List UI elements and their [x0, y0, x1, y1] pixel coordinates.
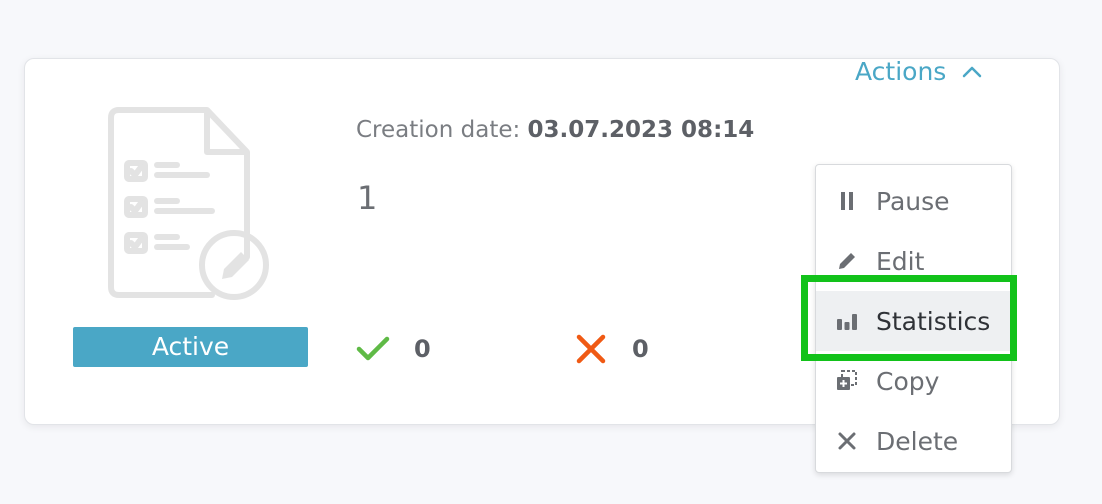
- menu-item-pause[interactable]: Pause: [816, 171, 1011, 231]
- chevron-up-icon: [963, 66, 982, 77]
- pencil-icon: [835, 249, 859, 273]
- pause-icon: [835, 189, 859, 213]
- failure-count: 0: [632, 335, 649, 363]
- menu-item-edit[interactable]: Edit: [816, 231, 1011, 291]
- menu-item-label: Delete: [876, 426, 959, 456]
- success-count: 0: [414, 335, 431, 363]
- success-stat: 0: [356, 329, 431, 369]
- menu-item-label: Statistics: [876, 306, 991, 336]
- copy-icon: [835, 369, 859, 393]
- close-icon: [835, 429, 859, 453]
- creation-date-label: Creation date:: [356, 117, 521, 143]
- bar-chart-icon: [835, 309, 859, 333]
- status-badge: Active: [73, 327, 308, 367]
- creation-date: Creation date: 03.07.2023 08:14: [356, 117, 754, 143]
- creation-date-value: 03.07.2023 08:14: [527, 117, 755, 143]
- actions-menu: Pause Edit Statistics Copy Delete: [815, 164, 1012, 473]
- failure-stat: 0: [576, 329, 649, 369]
- menu-item-delete[interactable]: Delete: [816, 411, 1011, 471]
- menu-item-label: Edit: [876, 246, 925, 276]
- cross-icon: [576, 334, 606, 364]
- actions-dropdown-toggle[interactable]: Actions: [855, 57, 982, 86]
- actions-label: Actions: [855, 57, 947, 86]
- menu-item-label: Pause: [876, 186, 950, 216]
- menu-item-copy[interactable]: Copy: [816, 351, 1011, 411]
- check-icon: [356, 336, 390, 361]
- menu-item-statistics[interactable]: Statistics: [816, 291, 1011, 351]
- document-checklist-icon: [108, 107, 269, 300]
- menu-item-label: Copy: [876, 366, 940, 396]
- item-count: 1: [357, 179, 378, 217]
